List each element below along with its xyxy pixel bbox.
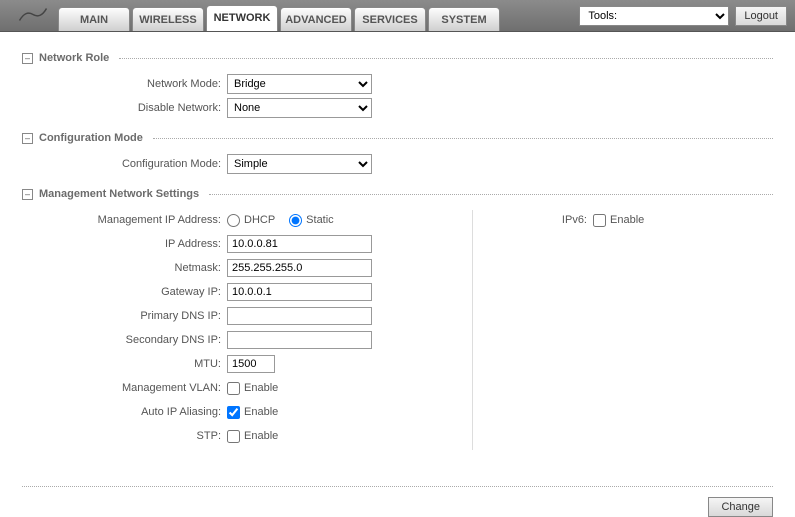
primary-dns-input[interactable] [227, 307, 372, 325]
autoip-label: Auto IP Aliasing: [22, 406, 227, 418]
top-right-controls: Tools: Logout [579, 6, 795, 26]
mgmt-ip-label: Management IP Address: [22, 214, 227, 226]
section-config-mode: – Configuration Mode Configuration Mode:… [22, 132, 773, 174]
autoip-checkbox[interactable] [227, 406, 240, 419]
tab-network[interactable]: NETWORK [206, 5, 278, 31]
vlan-enable-label: Enable [244, 382, 278, 394]
config-mode-label: Configuration Mode: [22, 158, 227, 170]
tab-system[interactable]: SYSTEM [428, 7, 500, 31]
ip-address-label: IP Address: [22, 238, 227, 250]
stp-checkbox[interactable] [227, 430, 240, 443]
disable-network-select[interactable]: None [227, 98, 372, 118]
network-mode-select[interactable]: Bridge [227, 74, 372, 94]
change-button[interactable]: Change [708, 497, 773, 517]
tab-wireless[interactable]: WIRELESS [132, 7, 204, 31]
brand-logo-icon [8, 0, 58, 32]
stp-label: STP: [22, 430, 227, 442]
vlan-checkbox[interactable] [227, 382, 240, 395]
section-mgmt-settings: – Management Network Settings Management… [22, 188, 773, 450]
gateway-label: Gateway IP: [22, 286, 227, 298]
tab-services[interactable]: SERVICES [354, 7, 426, 31]
tools-select[interactable]: Tools: [579, 6, 729, 26]
ipv6-enable-label: Enable [610, 214, 644, 226]
logout-button[interactable]: Logout [735, 6, 787, 26]
secondary-dns-input[interactable] [227, 331, 372, 349]
stp-enable-label: Enable [244, 430, 278, 442]
vlan-label: Management VLAN: [22, 382, 227, 394]
mgmt-right-column: IPv6: Enable [472, 210, 773, 450]
tab-advanced[interactable]: ADVANCED [280, 7, 352, 31]
static-label: Static [306, 214, 334, 226]
ip-address-input[interactable] [227, 235, 372, 253]
section-title: Configuration Mode [39, 132, 143, 144]
disable-network-label: Disable Network: [22, 102, 227, 114]
top-bar: MAIN WIRELESS NETWORK ADVANCED SERVICES … [0, 0, 795, 32]
mtu-label: MTU: [22, 358, 227, 370]
collapse-icon[interactable]: – [22, 189, 33, 200]
network-mode-label: Network Mode: [22, 78, 227, 90]
section-title: Management Network Settings [39, 188, 199, 200]
autoip-enable-label: Enable [244, 406, 278, 418]
footer: Change [22, 486, 773, 517]
dhcp-radio[interactable] [227, 214, 240, 227]
divider [153, 138, 773, 139]
tab-main[interactable]: MAIN [58, 7, 130, 31]
config-mode-select[interactable]: Simple [227, 154, 372, 174]
dhcp-label: DHCP [244, 214, 275, 226]
mgmt-left-column: Management IP Address: DHCP Static IP Ad… [22, 210, 472, 450]
section-title: Network Role [39, 52, 109, 64]
nav-tabs: MAIN WIRELESS NETWORK ADVANCED SERVICES … [58, 0, 502, 31]
primary-dns-label: Primary DNS IP: [22, 310, 227, 322]
collapse-icon[interactable]: – [22, 53, 33, 64]
ipv6-checkbox[interactable] [593, 214, 606, 227]
netmask-label: Netmask: [22, 262, 227, 274]
netmask-input[interactable] [227, 259, 372, 277]
secondary-dns-label: Secondary DNS IP: [22, 334, 227, 346]
content: – Network Role Network Mode: Bridge Disa… [0, 32, 795, 474]
section-network-role: – Network Role Network Mode: Bridge Disa… [22, 52, 773, 118]
gateway-input[interactable] [227, 283, 372, 301]
divider [209, 194, 773, 195]
divider [119, 58, 773, 59]
ipv6-label: IPv6: [493, 214, 593, 226]
static-radio[interactable] [289, 214, 302, 227]
collapse-icon[interactable]: – [22, 133, 33, 144]
mtu-input[interactable] [227, 355, 275, 373]
